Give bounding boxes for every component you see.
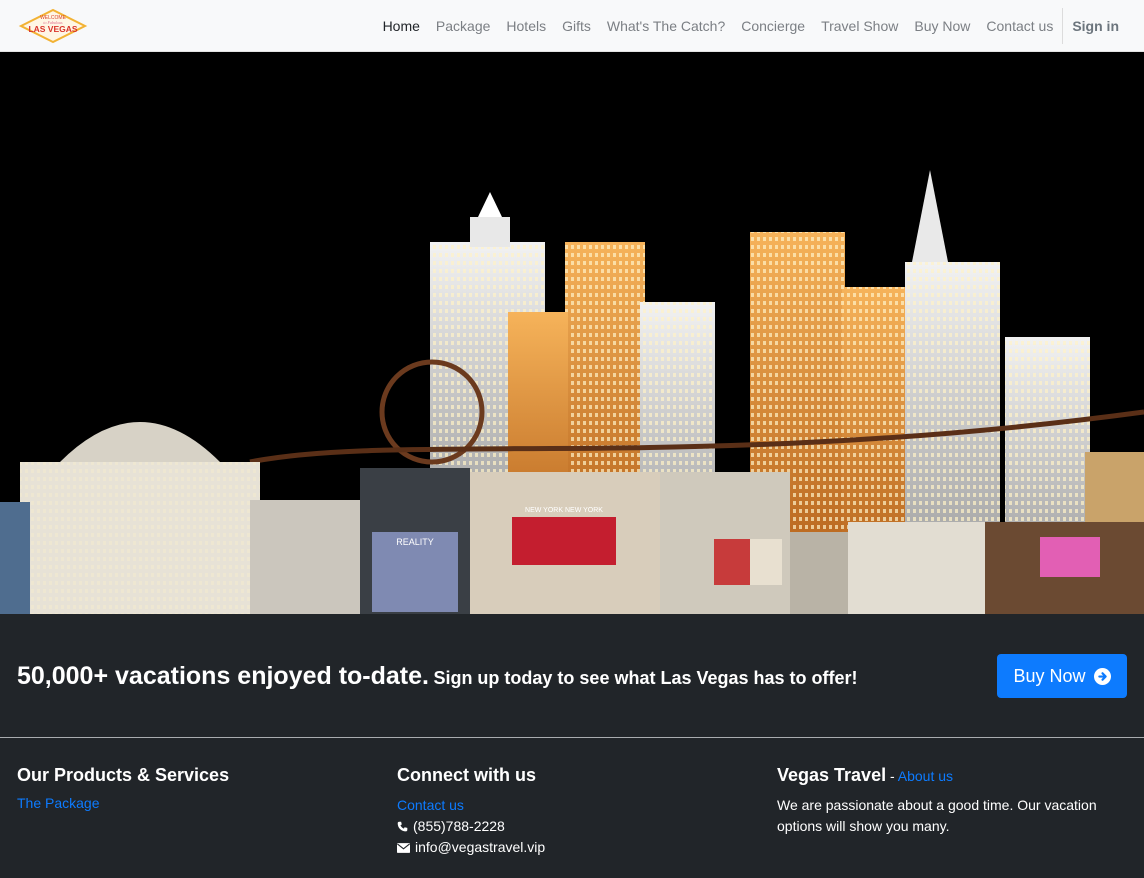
envelope-icon [397,842,410,853]
sign-in-link[interactable]: Sign in [1063,0,1144,52]
cta-headline: 50,000+ vacations enjoyed to-date. [17,662,429,690]
cta-text: 50,000+ vacations enjoyed to-date. Sign … [17,662,858,691]
nav-gifts[interactable]: Gifts [554,0,599,52]
email-address: info@vegastravel.vip [415,839,546,855]
footer-about-title: Vegas Travel - About us [777,765,954,785]
main-nav: Home Package Hotels Gifts What's The Cat… [375,0,1144,52]
cta-subline: Sign up today to see what Las Vegas has … [433,668,858,688]
vegas-travel-heading: Vegas Travel [777,765,887,785]
top-navbar: WELCOME to Fabulous LAS VEGAS Home Packa… [0,0,1144,52]
nav-package[interactable]: Package [428,0,498,52]
buy-now-label: Buy Now [1013,665,1086,686]
about-us-link[interactable]: About us [898,768,953,784]
cta-band: 50,000+ vacations enjoyed to-date. Sign … [0,614,1144,738]
about-text: We are passionate about a good time. Our… [777,797,1097,834]
footer-about: Vegas Travel - About us We are passionat… [777,765,1117,837]
nav-buy-now[interactable]: Buy Now [906,0,978,52]
nav-contact-us[interactable]: Contact us [978,0,1061,52]
las-vegas-logo[interactable]: WELCOME to Fabulous LAS VEGAS [17,8,89,44]
nav-home[interactable]: Home [375,0,428,52]
svg-text:REALITY: REALITY [396,537,434,547]
hero-skyline-image: REALITY NEW YORK NEW YORK [0,52,1144,614]
phone-number: (855)788-2228 [413,818,505,834]
footer-products-title: Our Products & Services [17,765,230,785]
contact-us-link[interactable]: Contact us [397,795,464,816]
footer-connect-title: Connect with us [397,765,536,785]
nav-hotels[interactable]: Hotels [498,0,554,52]
svg-text:LAS VEGAS: LAS VEGAS [28,24,77,34]
nav-concierge[interactable]: Concierge [733,0,813,52]
email-line: info@vegastravel.vip [397,837,545,858]
footer-products: Our Products & Services The Package [17,765,229,813]
nav-travel-show[interactable]: Travel Show [813,0,906,52]
buy-now-button[interactable]: Buy Now [997,654,1127,698]
phone-icon [397,821,408,832]
site-footer: Our Products & Services The Package Conn… [0,739,1144,878]
arrow-circle-right-icon [1093,667,1111,685]
nav-whats-the-catch[interactable]: What's The Catch? [599,0,733,52]
the-package-link[interactable]: The Package [17,795,100,811]
svg-text:NEW YORK NEW YORK: NEW YORK NEW YORK [525,507,603,514]
footer-connect: Connect with us Contact us (855)788-2228… [397,765,545,858]
phone-line: (855)788-2228 [397,816,545,837]
